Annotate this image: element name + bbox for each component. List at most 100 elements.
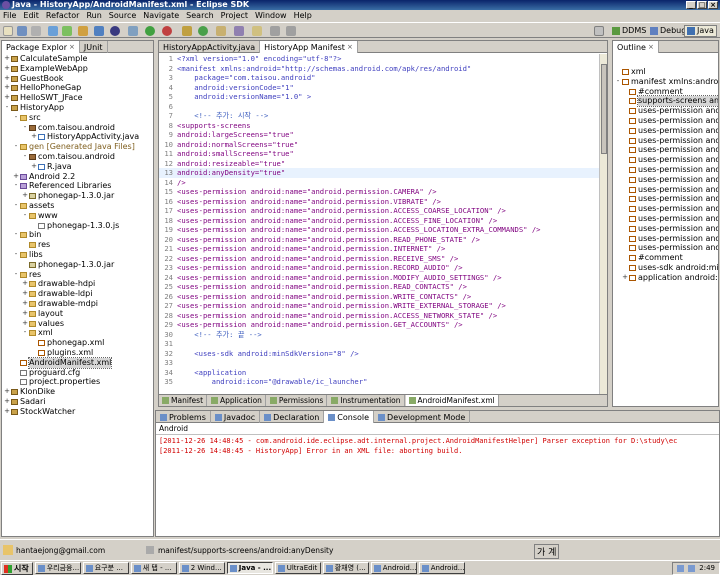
code-line[interactable]: 5 android:versionName="1.0" > [159,92,599,102]
tree-item[interactable]: uses-permission android:name [613,214,718,224]
collapse-icon[interactable]: - [13,250,19,260]
editor-page-tab[interactable]: Manifest [159,395,208,406]
code-line[interactable]: 25 <uses-permission android:name="android… [159,282,599,292]
tab-historyappactivity-java[interactable]: HistoryAppActivity.java [159,41,261,53]
collapse-icon[interactable]: - [22,328,28,338]
tree-item[interactable]: - res [2,270,153,280]
taskbar-item[interactable]: 2 Wind... [178,562,225,574]
tab-outline[interactable]: Outline × [613,41,659,53]
tab-declaration[interactable]: Declaration [260,411,325,423]
run-icon[interactable] [145,26,155,36]
tree-item[interactable]: uses-permission android:name [613,136,718,146]
scrollbar-thumb[interactable] [601,64,607,154]
collapse-icon[interactable]: - [13,181,19,191]
expand-icon[interactable]: + [31,162,37,172]
tree-item[interactable]: uses-permission android:name [613,204,718,214]
close-icon[interactable]: × [648,42,654,53]
editor-page-tab[interactable]: Instrumentation [328,395,405,406]
save-icon[interactable] [17,26,27,36]
tab-problems[interactable]: Problems [156,411,211,423]
code-line[interactable]: 27 <uses-permission android:name="android… [159,301,599,311]
start-button[interactable]: 시작 [1,561,33,575]
tree-item[interactable]: uses-permission android:name [613,145,718,155]
tree-item[interactable]: + HistoryAppActivity.java [2,132,153,142]
tree-item[interactable]: - libs [2,250,153,260]
menu-window[interactable]: Window [255,10,287,22]
menu-navigate[interactable]: Navigate [143,10,179,22]
window-title-bar[interactable]: Java - HistoryApp/AndroidManifest.xml - … [0,0,720,10]
code-line[interactable]: 4 android:versionCode="1" [159,83,599,93]
expand-icon[interactable]: + [31,132,37,142]
code-line[interactable]: 22 <uses-permission android:name="android… [159,254,599,264]
tree-item[interactable]: uses-permission android:name [613,243,718,253]
tree-item[interactable]: - com.taisou.android [2,152,153,162]
expand-icon[interactable]: + [22,299,28,309]
tree-item[interactable]: uses-permission android:name [613,234,718,244]
tree-item[interactable]: phonegap.xml [2,338,153,348]
tree-item[interactable]: #comment [613,253,718,263]
menu-edit[interactable]: Edit [23,10,39,22]
code-line[interactable]: 35 android:icon="@drawable/ic_launcher" [159,377,599,387]
code-line[interactable]: 10 android:normalScreens="true" [159,140,599,150]
tab-package-explorer[interactable]: Package Explor × [2,41,80,53]
editor-vertical-scrollbar[interactable] [599,54,607,394]
tree-item[interactable]: - assets [2,201,153,211]
code-line[interactable]: 19 <uses-permission android:name="android… [159,225,599,235]
expand-icon[interactable]: + [622,273,628,283]
expand-icon[interactable]: + [4,74,10,84]
code-line[interactable]: 31 [159,339,599,349]
perspective-debug[interactable]: Debug [648,25,688,37]
code-line[interactable]: 17 <uses-permission android:name="android… [159,206,599,216]
tree-item[interactable]: phonegap-1.3.0.jar [2,260,153,270]
tree-item[interactable]: - src [2,113,153,123]
taskbar-item[interactable]: 우리금융... [34,562,81,574]
code-line[interactable]: 15 <uses-permission android:name="android… [159,187,599,197]
tree-item[interactable]: + HelloPhoneGap [2,83,153,93]
tree-item[interactable]: #comment [613,87,718,97]
code-line[interactable]: 12 android:resizeable="true" [159,159,599,169]
collapse-icon[interactable]: - [13,230,19,240]
taskbar-item[interactable]: 요구분 ... [82,562,129,574]
debug-icon[interactable] [128,26,138,36]
expand-icon[interactable]: + [4,387,10,397]
tree-item[interactable]: + Sadari [2,397,153,407]
collapse-icon[interactable]: - [22,152,28,162]
external-tools-icon[interactable] [162,26,172,36]
menu-run[interactable]: Run [86,10,101,22]
code-line[interactable]: 29 <uses-permission android:name="android… [159,320,599,330]
code-line[interactable]: 14 /> [159,178,599,188]
tree-item[interactable]: project.properties [2,377,153,387]
annotation-icon[interactable] [252,26,262,36]
code-line[interactable]: 21 <uses-permission android:name="android… [159,244,599,254]
collapse-icon[interactable]: - [13,113,19,123]
taskbar-item[interactable]: 새 탭 - ... [130,562,177,574]
code-line[interactable]: 8 <supports-screens [159,121,599,131]
tree-item[interactable]: + phonegap-1.3.0.jar [2,191,153,201]
expand-icon[interactable]: + [22,279,28,289]
collapse-icon[interactable]: - [13,270,19,280]
expand-icon[interactable]: + [13,172,19,182]
code-line[interactable]: 1 <?xml version="1.0" encoding="utf-8"?> [159,54,599,64]
ime-indicator[interactable]: 가 계 [534,544,560,559]
menu-search[interactable]: Search [186,10,213,22]
taskbar-item[interactable]: Java - ... [226,562,273,574]
close-icon[interactable]: × [347,42,353,53]
tree-item[interactable]: - www [2,211,153,221]
tab-junit[interactable]: JUnit [80,41,108,53]
expand-icon[interactable]: + [4,83,10,93]
tree-item[interactable]: + drawable-mdpi [2,299,153,309]
tab-javadoc[interactable]: Javadoc [211,411,261,423]
tree-item[interactable]: - com.taisou.android [2,123,153,133]
taskbar-item[interactable]: UltraEdit ... [274,562,321,574]
editor-page-tab[interactable]: AndroidManifest.xml [405,395,499,406]
code-line[interactable]: 3 package="com.taisou.android" [159,73,599,83]
tab-historyapp-manifest[interactable]: HistoryApp Manifest × [260,41,358,53]
tree-item[interactable]: + drawable-hdpi [2,279,153,289]
close-button[interactable]: × [708,1,718,9]
android-sdk-icon[interactable] [48,26,58,36]
tree-item[interactable]: supports-screens android:lar [613,95,718,108]
perspective-ddms[interactable]: DDMS [610,25,648,37]
tree-item[interactable]: - bin [2,230,153,240]
tree-item[interactable]: phonegap-1.3.0.js [2,221,153,231]
tab-development-mode[interactable]: Development Mode [374,411,471,423]
